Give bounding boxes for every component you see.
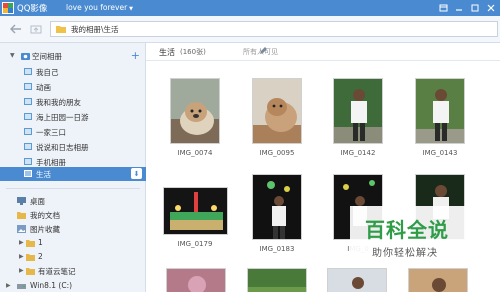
expand-arrow-icon[interactable]: ▶	[6, 282, 11, 289]
edit-icon[interactable]	[259, 47, 267, 55]
photo-thumbnail[interactable]	[163, 187, 228, 235]
toolbar: 我的相册\生活	[0, 16, 500, 43]
sidebar-item-album-selected[interactable]: 生活 ⬇	[0, 167, 146, 181]
add-album-button[interactable]: +	[131, 49, 140, 62]
folder-icon	[26, 240, 35, 247]
photo-thumbnail[interactable]	[415, 78, 465, 144]
user-name: love you forever	[66, 3, 128, 12]
close-icon[interactable]	[484, 1, 498, 14]
desktop-icon	[17, 197, 26, 205]
album-icon	[24, 170, 32, 177]
photo-thumbnail[interactable]	[327, 268, 387, 292]
photo-thumbnail[interactable]	[252, 78, 302, 144]
sidebar-item-album[interactable]: 动画	[0, 80, 146, 93]
divider	[6, 188, 140, 189]
space-album-header[interactable]: ▼ 空间相册 +	[0, 49, 146, 63]
album-icon	[24, 68, 32, 75]
photo-thumbnail[interactable]	[247, 268, 307, 292]
sidebar-item-drive[interactable]: ▶ Win8.1 (C:)	[0, 279, 146, 292]
album-icon	[24, 158, 32, 165]
folder-icon	[56, 26, 66, 33]
photo-thumbnail[interactable]	[170, 78, 220, 144]
user-menu[interactable]: love you forever ▼	[66, 3, 133, 12]
location-label: Win8.1 (C:)	[30, 281, 73, 290]
album-label: 海上田园一日游	[36, 113, 89, 122]
sidebar-item-album[interactable]: 说说和日志相册	[0, 140, 146, 153]
location-label: 有道云笔记	[38, 267, 76, 276]
expand-arrow-icon[interactable]: ▼	[10, 52, 15, 59]
chevron-down-icon: ▼	[129, 6, 134, 12]
expand-arrow-icon[interactable]: ▶	[19, 253, 24, 260]
sidebar-item-folder[interactable]: ▶ 1	[0, 236, 146, 249]
sidebar-item-desktop[interactable]: 桌面	[0, 194, 146, 207]
sidebar-item-album[interactable]: 一家三口	[0, 125, 146, 138]
photo-thumbnail[interactable]	[333, 78, 383, 144]
window-controls	[436, 1, 498, 14]
app-logo-icon	[2, 2, 14, 14]
sidebar-item-album[interactable]: 海上田园一日游	[0, 110, 146, 123]
sidebar-item-album[interactable]: 我和我的朋友	[0, 95, 146, 108]
cloud-album-icon	[21, 53, 30, 60]
maximize-icon[interactable]	[468, 1, 482, 14]
album-header: 生活 (160张) 所有人可见	[146, 43, 500, 61]
album-icon	[24, 143, 32, 150]
watermark: 百科全说 助你轻松解决	[350, 206, 470, 266]
album-title: 生活	[159, 48, 175, 57]
path-text: 我的相册\生活	[71, 25, 119, 34]
sidebar-item-folder[interactable]: ▶ 2	[0, 250, 146, 263]
album-label: 生活	[36, 170, 51, 179]
drive-icon	[17, 284, 26, 289]
album-icon	[24, 113, 32, 120]
sidebar: ▼ 空间相册 + 我自己 动画 我和我的朋友 海上田园一日游 一家三口 说说和日…	[0, 43, 146, 292]
watermark-sub: 助你轻松解决	[372, 248, 438, 259]
album-label: 说说和日志相册	[36, 143, 89, 152]
skin-icon[interactable]	[436, 1, 450, 14]
pictures-folder-icon	[17, 225, 26, 233]
expand-arrow-icon[interactable]: ▶	[19, 239, 24, 246]
photo-name: IMG_0143	[422, 149, 458, 157]
sidebar-item-pictures[interactable]: 图片收藏	[0, 222, 146, 235]
location-label: 1	[38, 238, 43, 247]
location-label: 图片收藏	[30, 225, 60, 234]
photo-thumbnail[interactable]	[408, 268, 468, 292]
watermark-main: 百科全说	[365, 218, 449, 242]
photo-thumbnail[interactable]	[166, 268, 226, 292]
album-icon	[24, 128, 32, 135]
minimize-icon[interactable]	[452, 1, 466, 14]
up-folder-icon[interactable]	[28, 22, 44, 36]
album-label: 我自己	[36, 68, 59, 77]
location-label: 桌面	[30, 197, 45, 206]
album-icon	[24, 98, 32, 105]
documents-icon	[17, 212, 26, 219]
sidebar-item-documents[interactable]: 我的文档	[0, 208, 146, 221]
path-bar[interactable]: 我的相册\生活	[50, 21, 498, 37]
sidebar-item-folder[interactable]: ▶ 有道云笔记	[0, 264, 146, 277]
section-title: 空间相册	[32, 52, 62, 61]
photo-count: (160张)	[180, 48, 206, 56]
photo-thumbnail[interactable]	[252, 174, 302, 240]
folder-icon	[26, 254, 35, 261]
folder-icon	[26, 268, 35, 275]
album-label: 我和我的朋友	[36, 98, 81, 107]
back-arrow-icon[interactable]	[8, 22, 24, 36]
expand-arrow-icon[interactable]: ▶	[19, 267, 24, 274]
title-bar: QQ影像 love you forever ▼	[0, 0, 500, 16]
app-name: QQ影像	[17, 4, 48, 14]
location-label: 2	[38, 252, 43, 261]
download-icon[interactable]: ⬇	[131, 168, 142, 179]
album-label: 一家三口	[36, 128, 66, 137]
album-label: 动画	[36, 83, 51, 92]
sidebar-item-album[interactable]: 我自己	[0, 65, 146, 78]
album-icon	[24, 83, 32, 90]
location-label: 我的文档	[30, 211, 60, 220]
